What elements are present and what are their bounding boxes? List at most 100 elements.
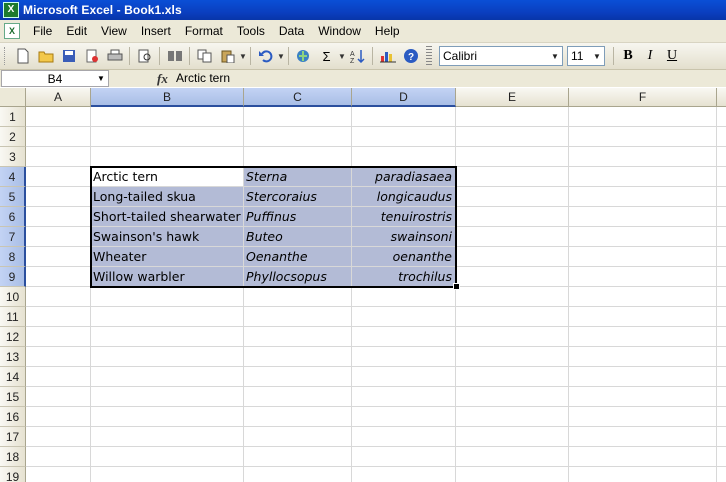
autosum-dropdown-icon[interactable]: ▼ [338, 52, 346, 61]
gridline-horizontal [26, 406, 726, 407]
selection-border [90, 166, 457, 288]
menu-data[interactable]: Data [272, 21, 311, 41]
toolbar-separator [129, 47, 130, 65]
toolbar-separator [189, 47, 190, 65]
toolbar-separator [372, 47, 373, 65]
font-name-select[interactable]: Calibri ▼ [439, 46, 563, 66]
paste-icon[interactable] [217, 46, 238, 67]
chart-wizard-icon[interactable] [377, 46, 398, 67]
menu-edit[interactable]: Edit [59, 21, 94, 41]
row-header-3[interactable]: 3 [0, 147, 26, 167]
column-header-g[interactable] [717, 88, 726, 107]
worksheet-grid[interactable]: A B C D E F 1 2 3 4 5 6 7 8 9 10 11 12 13 14 15 16 17 18 1… [0, 88, 726, 482]
row-header-18[interactable]: 18 [0, 447, 26, 467]
toolbar-separator [288, 47, 289, 65]
font-size-select[interactable]: 11 ▼ [567, 46, 605, 66]
svg-text:Z: Z [350, 58, 355, 63]
gridline-horizontal [26, 386, 726, 387]
chevron-down-icon[interactable]: ▼ [549, 48, 561, 64]
menu-bar: X File Edit View Insert Format Tools Dat… [0, 20, 726, 43]
title-bar: X Microsoft Excel - Book1.xls [0, 0, 726, 20]
help-icon[interactable]: ? [400, 46, 421, 67]
row-header-4[interactable]: 4 [0, 167, 26, 187]
window-title: Microsoft Excel - Book1.xls [23, 3, 182, 17]
column-header-a[interactable]: A [26, 88, 91, 107]
gridline-horizontal [26, 346, 726, 347]
row-header-13[interactable]: 13 [0, 347, 26, 367]
name-box-value: B4 [47, 71, 63, 86]
bold-button[interactable]: B [617, 46, 639, 67]
column-header-f[interactable]: F [569, 88, 717, 107]
row-header-5[interactable]: 5 [0, 187, 26, 207]
chevron-down-icon[interactable]: ▼ [591, 48, 603, 64]
row-header-7[interactable]: 7 [0, 227, 26, 247]
row-header-6[interactable]: 6 [0, 207, 26, 227]
name-box[interactable]: B4 ▼ [1, 70, 109, 87]
undo-icon[interactable] [255, 46, 276, 67]
column-header-c[interactable]: C [244, 88, 352, 107]
font-name-value: Calibri [443, 49, 478, 63]
row-header-19[interactable]: 19 [0, 467, 26, 482]
toolbar-separator [613, 47, 614, 65]
save-icon[interactable] [58, 46, 79, 67]
menu-insert[interactable]: Insert [134, 21, 178, 41]
menu-help[interactable]: Help [368, 21, 407, 41]
print-icon[interactable] [104, 46, 125, 67]
column-header-e[interactable]: E [456, 88, 569, 107]
row-header-15[interactable]: 15 [0, 387, 26, 407]
gridline-horizontal [26, 366, 726, 367]
row-header-2[interactable]: 2 [0, 127, 26, 147]
undo-dropdown-icon[interactable]: ▼ [277, 52, 285, 61]
row-header-11[interactable]: 11 [0, 307, 26, 327]
toolbar-separator [159, 47, 160, 65]
menu-file[interactable]: File [26, 21, 59, 41]
fill-handle[interactable] [453, 283, 460, 290]
new-document-icon[interactable] [12, 46, 33, 67]
print-preview-icon[interactable] [134, 46, 155, 67]
gridline-horizontal [26, 326, 726, 327]
svg-text:?: ? [408, 52, 414, 63]
chevron-down-icon[interactable]: ▼ [95, 71, 107, 86]
menu-view[interactable]: View [94, 21, 134, 41]
underline-button[interactable]: U [661, 46, 683, 67]
standard-toolbar: ▼ ▼ Σ ▼ AZ ? Calibri ▼ 11 ▼ B I U [0, 43, 726, 70]
toolbar-separator [250, 47, 251, 65]
row-header-1[interactable]: 1 [0, 107, 26, 127]
row-header-9[interactable]: 9 [0, 267, 26, 287]
italic-button[interactable]: I [639, 46, 661, 67]
gridline-horizontal [26, 126, 726, 127]
hyperlink-icon[interactable] [293, 46, 314, 67]
svg-text:A: A [350, 51, 355, 58]
excel-icon[interactable]: X [3, 2, 19, 18]
column-header-d[interactable]: D [352, 88, 456, 107]
gridline-horizontal [26, 466, 726, 467]
menu-window[interactable]: Window [311, 21, 368, 41]
research-icon[interactable] [164, 46, 185, 67]
toolbar-grip[interactable] [4, 47, 8, 65]
menu-tools[interactable]: Tools [230, 21, 272, 41]
formula-input[interactable]: Arctic tern [176, 71, 726, 86]
gridline-horizontal [26, 306, 726, 307]
insert-function-icon[interactable]: fx [157, 71, 173, 87]
workbook-icon[interactable]: X [4, 23, 20, 39]
column-header-b[interactable]: B [91, 88, 244, 107]
font-size-value: 11 [571, 49, 584, 63]
permission-icon[interactable] [81, 46, 102, 67]
open-folder-icon[interactable] [35, 46, 56, 67]
gridline-horizontal [26, 446, 726, 447]
gridline-horizontal [26, 426, 726, 427]
row-header-8[interactable]: 8 [0, 247, 26, 267]
autosum-icon[interactable]: Σ [316, 46, 337, 67]
menu-format[interactable]: Format [178, 21, 230, 41]
row-header-16[interactable]: 16 [0, 407, 26, 427]
paste-dropdown-icon[interactable]: ▼ [239, 52, 247, 61]
row-header-17[interactable]: 17 [0, 427, 26, 447]
row-header-10[interactable]: 10 [0, 287, 26, 307]
formula-bar: B4 ▼ fx Arctic tern [0, 70, 726, 87]
row-header-12[interactable]: 12 [0, 327, 26, 347]
toolbar-options-grip[interactable] [426, 46, 432, 66]
select-all-button[interactable] [0, 88, 26, 107]
copy-icon[interactable] [194, 46, 215, 67]
row-header-14[interactable]: 14 [0, 367, 26, 387]
sort-ascending-icon[interactable]: AZ [347, 46, 368, 67]
